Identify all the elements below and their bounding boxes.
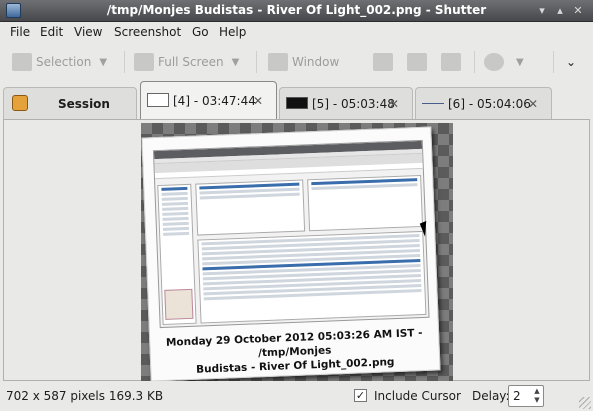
increment-icon[interactable]: ▲ [532,387,542,396]
menu-bar: File Edit View Screenshot Go Help [0,22,593,42]
window-titlebar: /tmp/Monjes Budistas - River Of Light_00… [0,0,593,22]
selection-icon [12,53,32,71]
delay-spinner[interactable]: 2 ▲ ▼ [508,385,544,407]
window-title: /tmp/Monjes Budistas - River Of Light_00… [106,3,487,17]
toolbar-separator [124,51,125,73]
delay-value[interactable]: 2 [513,389,521,403]
resize-grip[interactable] [579,397,591,409]
full-screen-icon [134,53,154,71]
file-manager-thumbnail [152,139,430,329]
toolbar: Selection ▼ Full Screen ▼ Window ▼ ⌄ [0,43,593,81]
chevron-down-icon: ⌄ [566,55,577,69]
menu-view[interactable]: View [74,25,102,39]
include-cursor-label[interactable]: Include Cursor [374,389,461,403]
maximize-icon[interactable]: ▴ [553,4,567,18]
thumbnail-icon [422,103,444,104]
window-label: Window [292,55,340,69]
full-screen-label: Full Screen [158,55,224,69]
full-screen-button[interactable]: Full Screen ▼ [134,43,239,81]
decrement-icon[interactable]: ▼ [532,396,542,405]
selection-button[interactable]: Selection ▼ [12,43,107,81]
tooltip-icon [407,53,427,71]
tab-session-label: Session [58,96,110,111]
toolbar-separator [553,51,554,73]
workspaces-icon [441,53,461,71]
globe-icon [484,53,504,71]
selection-label: Selection [36,55,92,69]
tooltip-capture-button[interactable] [407,43,431,81]
menu-file[interactable]: File [10,25,30,39]
web-capture-button[interactable]: ▼ [484,43,524,81]
tab-session[interactable]: Session [3,87,137,119]
close-tab-icon[interactable]: ✕ [250,93,266,109]
overflow-menu-button[interactable]: ⌄ [566,43,576,81]
thumbnail-icon [147,93,169,107]
window-icon [268,53,288,71]
image-info: 702 x 587 pixels 169.3 KB [6,389,164,403]
include-cursor-checkbox[interactable]: ✓ [354,389,367,402]
preview-area[interactable]: Monday 29 October 2012 05:03:26 AM IST -… [3,119,590,382]
tab-label: [6] - 05:04:06 [448,96,531,111]
menu-capture-icon [373,53,393,71]
tab-screenshot-4[interactable]: [4] - 03:47:44 ✕ [140,81,277,119]
status-bar: 702 x 587 pixels 169.3 KB ✓ Include Curs… [0,381,593,411]
tab-label: [4] - 03:47:44 [173,93,256,108]
window-button[interactable]: Window [268,43,339,81]
delay-label: Delay: [472,389,510,403]
screenshot-preview: Monday 29 October 2012 05:03:26 AM IST -… [141,126,441,382]
chevron-down-icon[interactable]: ▼ [516,57,524,68]
chevron-down-icon[interactable]: ▼ [232,57,240,68]
menu-edit[interactable]: Edit [40,25,63,39]
session-icon [12,95,28,111]
workspaces-button[interactable] [441,43,465,81]
menu-help[interactable]: Help [219,25,246,39]
toolbar-separator [474,51,475,73]
image-caption: Monday 29 October 2012 05:03:26 AM IST -… [150,325,439,378]
close-icon[interactable]: ✕ [571,4,585,18]
close-tab-icon[interactable]: ✕ [386,96,402,112]
tab-screenshot-6[interactable]: [6] - 05:04:06 ✕ [415,87,552,119]
menu-capture-button[interactable] [373,43,397,81]
image-canvas[interactable]: Monday 29 October 2012 05:03:26 AM IST -… [141,123,453,382]
tab-screenshot-5[interactable]: [5] - 05:03:48 ✕ [279,87,413,119]
menu-go[interactable]: Go [192,25,209,39]
tab-label: [5] - 05:03:48 [312,96,395,111]
minimize-icon[interactable]: ▾ [535,4,549,18]
thumbnail-icon [286,97,308,109]
tab-bar: Session [4] - 03:47:44 ✕ [5] - 05:03:48 … [0,81,593,119]
close-tab-icon[interactable]: ✕ [525,96,541,112]
menu-screenshot[interactable]: Screenshot [114,25,181,39]
toolbar-separator [256,51,257,73]
chevron-down-icon[interactable]: ▼ [99,57,107,68]
